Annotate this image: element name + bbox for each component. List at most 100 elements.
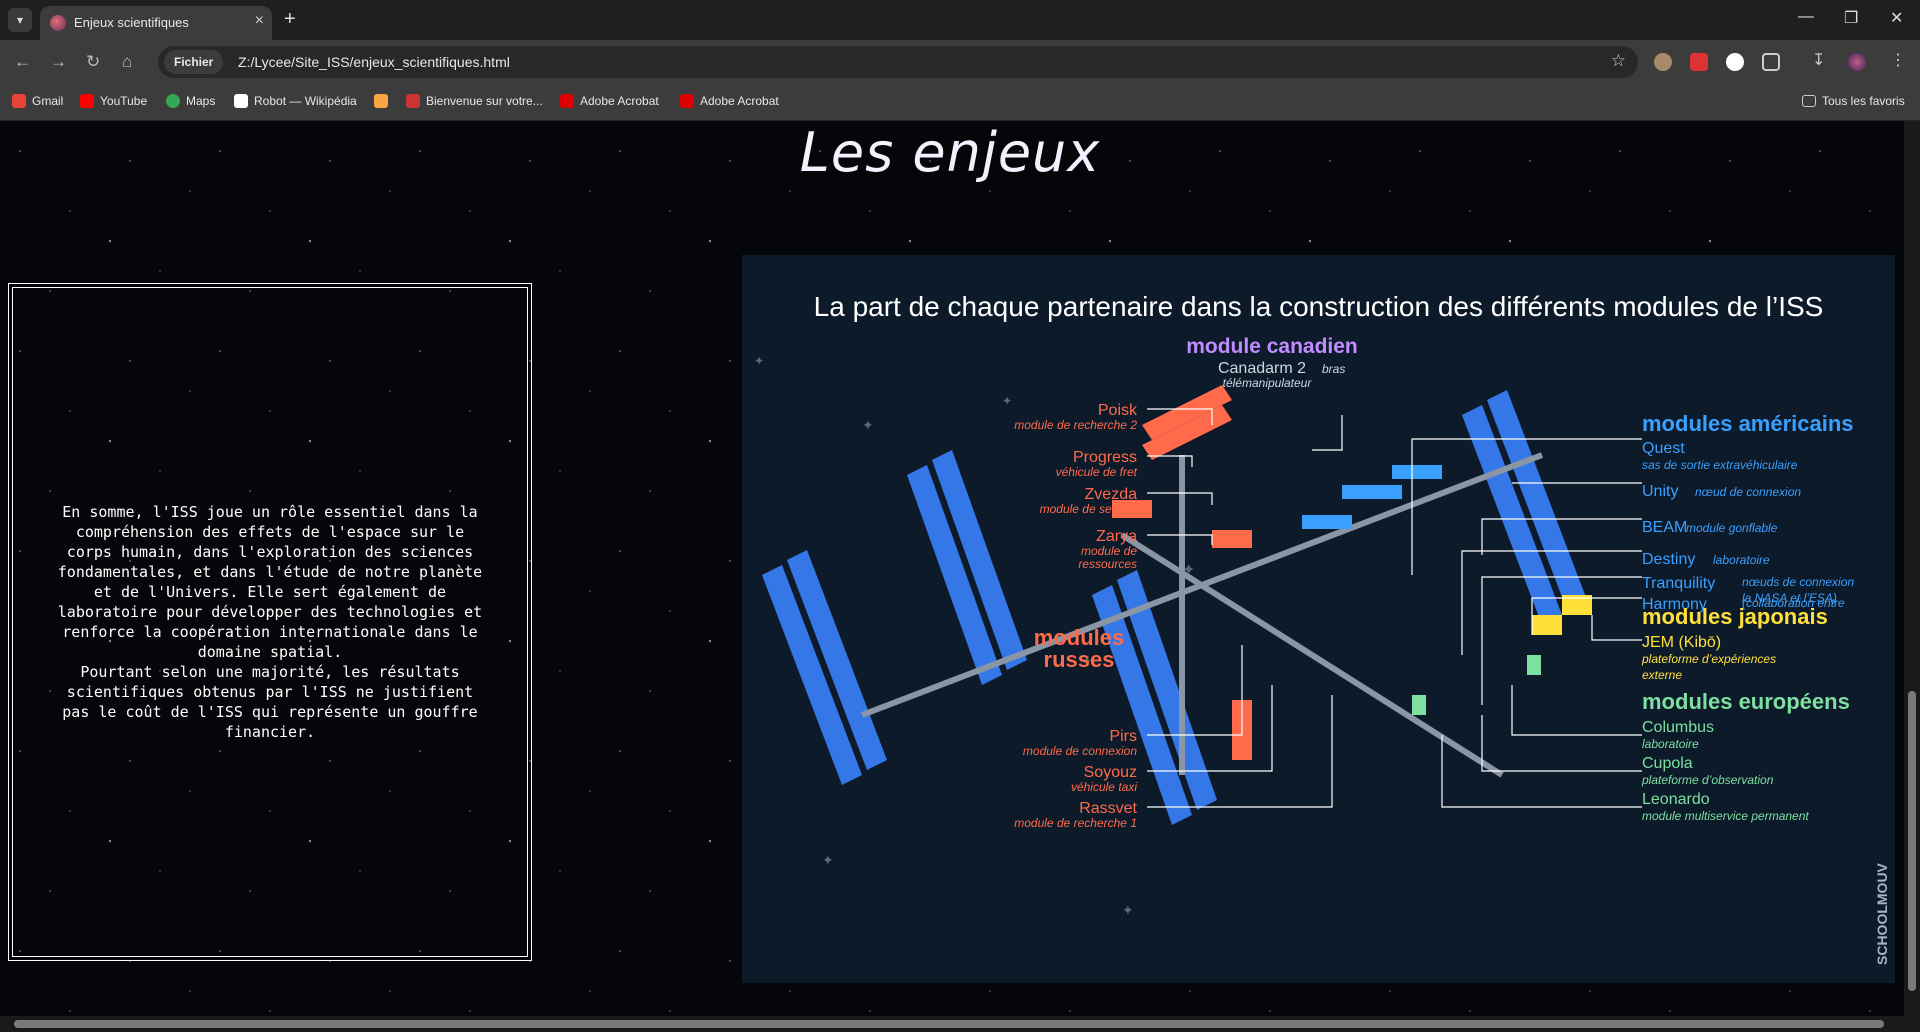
russian-heading-2: russes xyxy=(1044,647,1115,672)
bookmark-joomla[interactable] xyxy=(374,94,388,108)
forward-icon[interactable]: → xyxy=(50,52,67,72)
extension-red-icon[interactable] xyxy=(1690,53,1708,71)
russian-module-name: Poisk xyxy=(1098,402,1138,419)
russian-module-desc: module de recherche 2 xyxy=(1014,418,1137,432)
canadian-heading: module canadien xyxy=(1186,335,1358,358)
russian-module-name: Progress xyxy=(1073,449,1137,466)
canadarm-suffix: bras xyxy=(1322,362,1345,376)
credit-watermark: SCHOOLMOUV xyxy=(1874,862,1890,965)
american-module-name: Destiny xyxy=(1642,551,1695,568)
russian-module-desc: véhicule taxi xyxy=(1071,780,1137,794)
svg-text:✦: ✦ xyxy=(822,852,834,868)
all-bookmarks[interactable]: Tous les favoris xyxy=(1802,94,1905,108)
european-module-desc: laboratoire xyxy=(1642,737,1699,751)
bookmark-gmail[interactable]: Gmail xyxy=(12,94,63,108)
tab-list-button[interactable]: ▾ xyxy=(8,8,32,32)
japanese-heading: modules japonais xyxy=(1642,604,1828,629)
svg-text:✦: ✦ xyxy=(754,354,764,368)
menu-kebab-icon[interactable]: ⋮ xyxy=(1890,50,1908,69)
tab-favicon-icon xyxy=(50,15,66,31)
jem-name: JEM (Kibō) xyxy=(1642,634,1721,651)
american-module-name: Quest xyxy=(1642,440,1685,457)
russian-module-desc: module de recherche 1 xyxy=(1014,816,1137,830)
new-tab-button[interactable]: + xyxy=(284,8,296,31)
site-info-chip[interactable]: Fichier xyxy=(164,50,224,74)
american-module-name: BEAM xyxy=(1642,519,1687,536)
american-heading: modules américains xyxy=(1642,411,1854,436)
bookmark-star-icon[interactable]: ☆ xyxy=(1611,51,1626,71)
folder-icon xyxy=(1802,95,1816,107)
minimize-icon[interactable]: — xyxy=(1798,8,1814,26)
conclusion-paragraph: En somme, l'ISS joue un rôle essentiel d… xyxy=(57,503,483,741)
extension-icon[interactable] xyxy=(1654,53,1672,71)
iss-diagram: ✦ ✦ ✦ ✦ ✦ ✦ ✦ module canadien Canadarm 2… xyxy=(754,335,1890,965)
russian-module-desc2: ressources xyxy=(1078,557,1137,571)
american-module-name: Tranquility xyxy=(1642,575,1715,592)
joomla-icon xyxy=(374,94,388,108)
profile-avatar[interactable] xyxy=(1848,53,1866,71)
close-window-icon[interactable]: ✕ xyxy=(1890,8,1903,28)
extension-m-icon[interactable] xyxy=(1726,53,1744,71)
american-module-desc: nœud de connexion xyxy=(1695,485,1801,499)
american-module-desc: nœuds de connexion xyxy=(1742,575,1854,589)
restore-icon[interactable]: ❐ xyxy=(1844,8,1858,28)
bookmark-youtube[interactable]: YouTube xyxy=(80,94,147,108)
acrobat-icon xyxy=(680,94,694,108)
american-note: la NASA et l’ESA) xyxy=(1742,591,1837,605)
site-icon xyxy=(406,94,420,108)
canadarm-name: Canadarm 2 xyxy=(1218,360,1306,377)
back-icon[interactable]: ← xyxy=(14,52,31,72)
bookmark-bienvenue[interactable]: Bienvenue sur votre... xyxy=(406,94,543,108)
european-module-name: Leonardo xyxy=(1642,791,1710,808)
bookmarks-bar: Gmail YouTube Maps Robot — Wikipédia Bie… xyxy=(0,86,1920,121)
tab-active[interactable]: Enjeux scientifiques × xyxy=(40,6,272,40)
address-bar[interactable]: Fichier Z:/Lycee/Site_ISS/enjeux_scienti… xyxy=(158,46,1638,78)
download-icon[interactable]: ↧ xyxy=(1812,50,1830,69)
american-module-desc: laboratoire xyxy=(1713,553,1770,567)
european-module-desc: module multiservice permanent xyxy=(1642,809,1809,823)
horizontal-scroll-thumb[interactable] xyxy=(14,1020,1884,1028)
url-text[interactable]: Z:/Lycee/Site_ISS/enjeux_scientifiques.h… xyxy=(238,54,510,70)
bookmark-wikipedia[interactable]: Robot — Wikipédia xyxy=(234,94,357,108)
american-labels: Questsas de sortie extravéhiculaire Unity… xyxy=(1642,440,1854,613)
russian-module-name: Soyouz xyxy=(1084,764,1137,781)
tab-title: Enjeux scientifiques xyxy=(74,15,189,30)
vertical-scroll-thumb[interactable] xyxy=(1908,691,1916,991)
russian-module-name: Zarya xyxy=(1096,528,1137,545)
page-title: Les enjeux xyxy=(799,121,1101,184)
maps-icon xyxy=(166,94,180,108)
gmail-icon xyxy=(12,94,26,108)
tab-bar: ▾ Enjeux scientifiques × + — ❐ ✕ xyxy=(0,0,1920,40)
jem-desc: plateforme d’expériences xyxy=(1641,652,1776,666)
bookmark-acrobat-2[interactable]: Adobe Acrobat xyxy=(680,94,779,108)
european-modules xyxy=(1412,655,1541,715)
horizontal-scrollbar[interactable] xyxy=(0,1016,1920,1032)
bookmark-maps[interactable]: Maps xyxy=(166,94,215,108)
svg-text:✦: ✦ xyxy=(1002,394,1012,408)
russian-module-desc: module de service xyxy=(1040,502,1138,516)
wikipedia-icon xyxy=(234,94,248,108)
home-icon[interactable]: ⌂ xyxy=(122,52,132,72)
youtube-icon xyxy=(80,94,94,108)
canadarm-desc: télémanipulateur xyxy=(1223,376,1313,390)
european-module-desc: plateforme d’observation xyxy=(1641,773,1774,787)
european-module-name: Columbus xyxy=(1642,719,1714,736)
russian-module-desc: module de connexion xyxy=(1023,744,1137,758)
american-module-desc: sas de sortie extravéhiculaire xyxy=(1642,458,1798,472)
text-box-inner: En somme, l'ISS joue un rôle essentiel d… xyxy=(12,287,528,957)
extensions-puzzle-icon[interactable] xyxy=(1762,53,1780,71)
jem-desc2: externe xyxy=(1642,668,1682,682)
russian-module-name: Zvezda xyxy=(1085,486,1138,503)
american-module-desc: module gonflable xyxy=(1686,521,1778,535)
svg-text:✦: ✦ xyxy=(862,417,874,433)
tab-close-icon[interactable]: × xyxy=(255,12,264,30)
page-content: Les enjeux En somme, l'ISS joue un rôle … xyxy=(0,121,1904,1016)
solar-panels-left xyxy=(762,390,1587,825)
iss-infographic: La part de chaque partenaire dans la con… xyxy=(742,255,1895,983)
russian-module-name: Pirs xyxy=(1109,728,1137,745)
russian-module-name: Rassvet xyxy=(1079,800,1137,817)
vertical-scrollbar[interactable] xyxy=(1904,121,1920,1016)
russian-module-desc: module de xyxy=(1081,544,1137,558)
bookmark-acrobat-1[interactable]: Adobe Acrobat xyxy=(560,94,659,108)
reload-icon[interactable]: ↻ xyxy=(86,52,100,72)
